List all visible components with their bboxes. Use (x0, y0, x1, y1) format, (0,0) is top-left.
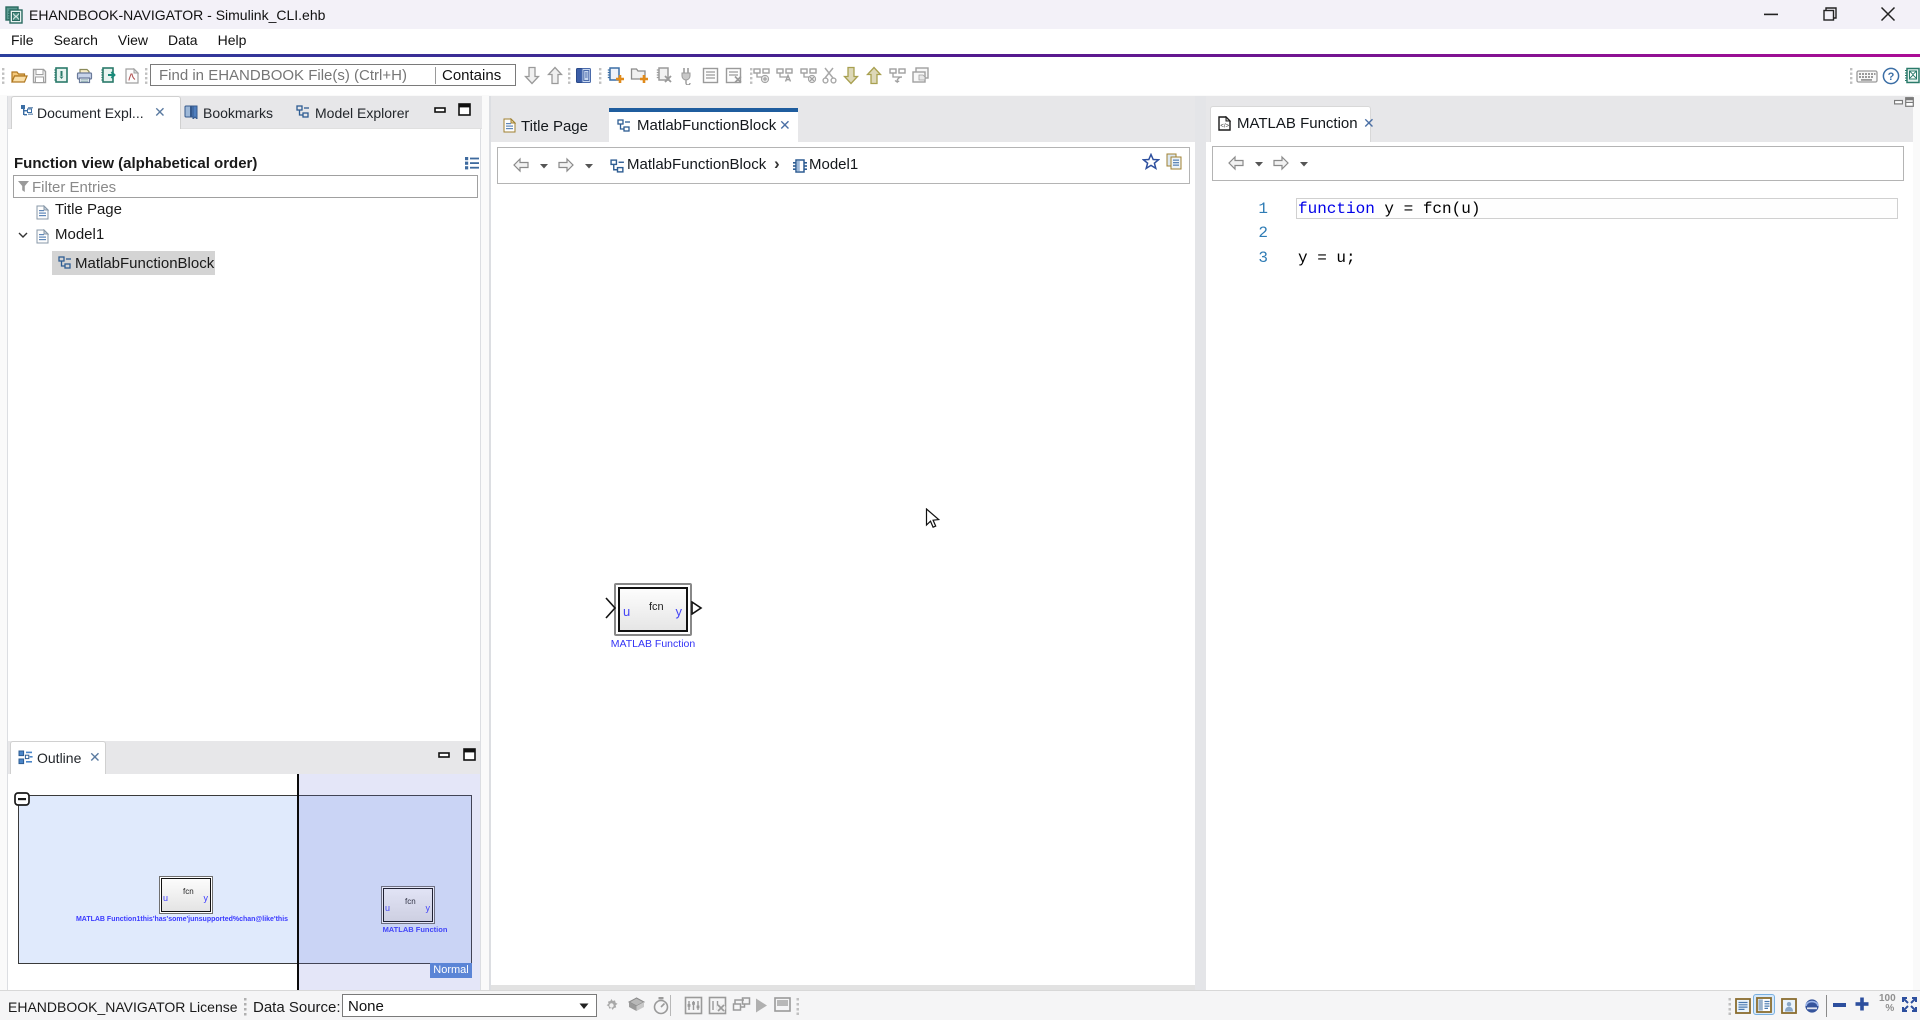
svg-text:</>: </> (1220, 124, 1229, 130)
svg-text:?: ? (1888, 71, 1895, 83)
